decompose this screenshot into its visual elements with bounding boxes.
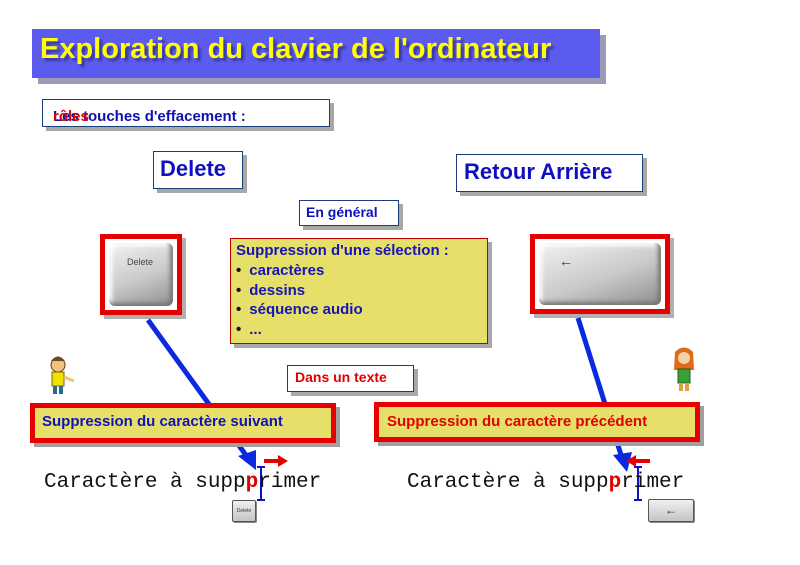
girl-character-icon	[674, 347, 694, 391]
backspace-action-box: Suppression du caractère précédent	[374, 402, 700, 442]
delete-action-box: Suppression du caractère suivant	[30, 403, 336, 443]
example-target-char: p	[608, 471, 622, 494]
delete-action-text: Suppression du caractère suivant	[42, 413, 283, 430]
arrow-down-right-icon	[575, 317, 632, 472]
example-before: Caractère à supp	[44, 471, 246, 494]
example-sentence-left: Caractère à suppprimer	[44, 471, 321, 494]
red-arrow-right-icon	[264, 455, 288, 467]
example-after: rimer	[621, 471, 685, 494]
example-target-char: p	[245, 471, 259, 494]
example-sentence-right: Caractère à suppprimer	[407, 471, 684, 494]
boy-character-icon	[50, 356, 75, 394]
example-after: rimer	[258, 471, 322, 494]
mini-backspace-key-icon: ←	[648, 499, 694, 522]
backspace-action-text: Suppression du caractère précédent	[387, 413, 648, 430]
example-before: Caractère à supp	[407, 471, 609, 494]
arrow-down-left-icon	[145, 318, 256, 470]
mini-delete-key-icon: Delete	[232, 500, 256, 522]
